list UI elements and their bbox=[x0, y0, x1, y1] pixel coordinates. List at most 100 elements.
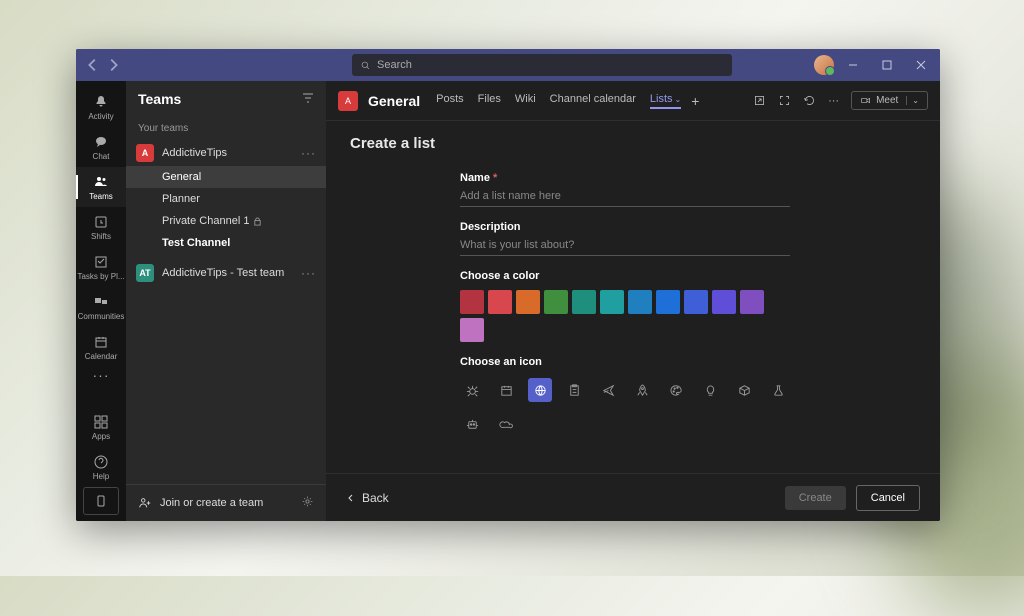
globe-icon bbox=[533, 383, 548, 398]
team-more-icon[interactable]: ··· bbox=[301, 146, 316, 160]
meet-button[interactable]: Meet ⌄ bbox=[851, 91, 928, 110]
palette-icon bbox=[669, 383, 684, 398]
rail-more[interactable]: ··· bbox=[93, 367, 110, 383]
icon-choice-bulb[interactable] bbox=[698, 378, 722, 402]
color-swatch-7[interactable] bbox=[656, 290, 680, 314]
rail-shifts[interactable]: Shifts bbox=[76, 207, 126, 247]
help-icon bbox=[93, 454, 109, 470]
sidebar-title: Teams bbox=[138, 91, 181, 107]
create-button[interactable]: Create bbox=[785, 486, 846, 510]
expand-icon[interactable] bbox=[778, 94, 791, 107]
color-swatch-1[interactable] bbox=[488, 290, 512, 314]
color-swatch-0[interactable] bbox=[460, 290, 484, 314]
tab-wiki[interactable]: Wiki bbox=[515, 93, 536, 109]
team-name: AddictiveTips - Test team bbox=[162, 267, 284, 279]
color-swatch-4[interactable] bbox=[572, 290, 596, 314]
channel-private[interactable]: Private Channel 1 bbox=[126, 210, 326, 232]
color-swatch-10[interactable] bbox=[740, 290, 764, 314]
minimize-button[interactable] bbox=[838, 49, 868, 81]
tab-lists[interactable]: Lists⌄ bbox=[650, 93, 681, 109]
color-swatch-row bbox=[460, 290, 790, 342]
team-addictivetips[interactable]: A AddictiveTips ··· bbox=[126, 140, 326, 166]
color-swatch-3[interactable] bbox=[544, 290, 568, 314]
flask-icon bbox=[771, 383, 786, 398]
maximize-button[interactable] bbox=[872, 49, 902, 81]
icon-choice-calendar[interactable] bbox=[494, 378, 518, 402]
color-swatch-11[interactable] bbox=[460, 318, 484, 342]
tab-posts[interactable]: Posts bbox=[436, 93, 464, 109]
channel-planner[interactable]: Planner bbox=[126, 188, 326, 210]
cloud-icon bbox=[499, 417, 514, 432]
join-team-icon bbox=[138, 496, 152, 510]
color-swatch-9[interactable] bbox=[712, 290, 736, 314]
icon-choice-row bbox=[460, 378, 790, 436]
icon-choice-clipboard[interactable] bbox=[562, 378, 586, 402]
color-label: Choose a color bbox=[460, 270, 790, 282]
rail-tasks[interactable]: Tasks by Pl... bbox=[76, 247, 126, 287]
chevron-down-icon[interactable]: ⌄ bbox=[906, 96, 919, 105]
rail-help[interactable]: Help bbox=[76, 447, 126, 487]
rail-communities[interactable]: Communities bbox=[76, 287, 126, 327]
list-description-input[interactable] bbox=[460, 233, 790, 256]
color-swatch-5[interactable] bbox=[600, 290, 624, 314]
main-panel: A General Posts Files Wiki Channel calen… bbox=[326, 81, 940, 521]
icon-choice-globe[interactable] bbox=[528, 378, 552, 402]
team-name: AddictiveTips bbox=[162, 147, 227, 159]
page-title: Create a list bbox=[350, 135, 916, 152]
search-icon bbox=[360, 60, 371, 71]
rail-calendar[interactable]: Calendar bbox=[76, 327, 126, 367]
search-placeholder: Search bbox=[377, 59, 412, 71]
header-more-icon[interactable]: ··· bbox=[828, 95, 839, 107]
rail-chat[interactable]: Chat bbox=[76, 127, 126, 167]
tasks-icon bbox=[93, 254, 109, 270]
list-name-input[interactable] bbox=[460, 184, 790, 207]
app-rail: Activity Chat Teams Shifts Tasks by Pl..… bbox=[76, 81, 126, 521]
channel-test[interactable]: Test Channel bbox=[126, 232, 326, 254]
video-icon bbox=[860, 95, 871, 106]
chevron-left-icon bbox=[346, 493, 356, 503]
team-more-icon[interactable]: ··· bbox=[301, 266, 316, 280]
nav-forward-button[interactable] bbox=[104, 56, 122, 74]
close-button[interactable] bbox=[906, 49, 936, 81]
rail-device[interactable] bbox=[83, 487, 119, 515]
open-external-icon[interactable] bbox=[753, 94, 766, 107]
icon-choice-plane[interactable] bbox=[596, 378, 620, 402]
icon-choice-flask[interactable] bbox=[766, 378, 790, 402]
color-swatch-2[interactable] bbox=[516, 290, 540, 314]
rail-teams[interactable]: Teams bbox=[76, 167, 126, 207]
icon-choice-rocket[interactable] bbox=[630, 378, 654, 402]
settings-icon[interactable] bbox=[301, 495, 314, 511]
tab-channel-calendar[interactable]: Channel calendar bbox=[550, 93, 636, 109]
calendar-icon bbox=[499, 383, 514, 398]
icon-choice-cube[interactable] bbox=[732, 378, 756, 402]
user-avatar[interactable] bbox=[814, 55, 834, 75]
icon-choice-robot[interactable] bbox=[460, 412, 484, 436]
cancel-button[interactable]: Cancel bbox=[856, 485, 920, 511]
join-team-button[interactable]: Join or create a team bbox=[160, 497, 263, 509]
apps-icon bbox=[93, 414, 109, 430]
icon-label: Choose an icon bbox=[460, 356, 790, 368]
filter-icon[interactable] bbox=[302, 91, 314, 107]
team-avatar: A bbox=[136, 144, 154, 162]
calendar-icon bbox=[93, 334, 109, 350]
rail-apps[interactable]: Apps bbox=[76, 407, 126, 447]
team-addictivetips-test[interactable]: AT AddictiveTips - Test team ··· bbox=[126, 260, 326, 286]
color-swatch-8[interactable] bbox=[684, 290, 708, 314]
add-tab-button[interactable]: + bbox=[691, 93, 699, 109]
chevron-down-icon: ⌄ bbox=[675, 95, 682, 104]
channel-header: A General Posts Files Wiki Channel calen… bbox=[326, 81, 940, 121]
back-button[interactable]: Back bbox=[346, 491, 389, 505]
bell-icon bbox=[93, 94, 109, 110]
search-input[interactable]: Search bbox=[352, 54, 732, 76]
tab-files[interactable]: Files bbox=[478, 93, 501, 109]
refresh-icon[interactable] bbox=[803, 94, 816, 107]
icon-choice-palette[interactable] bbox=[664, 378, 688, 402]
icon-choice-cloud[interactable] bbox=[494, 412, 518, 436]
robot-icon bbox=[465, 417, 480, 432]
channel-general[interactable]: General bbox=[126, 166, 326, 188]
channel-name: General bbox=[368, 93, 420, 109]
rail-activity[interactable]: Activity bbox=[76, 87, 126, 127]
nav-back-button[interactable] bbox=[84, 56, 102, 74]
color-swatch-6[interactable] bbox=[628, 290, 652, 314]
icon-choice-bug[interactable] bbox=[460, 378, 484, 402]
